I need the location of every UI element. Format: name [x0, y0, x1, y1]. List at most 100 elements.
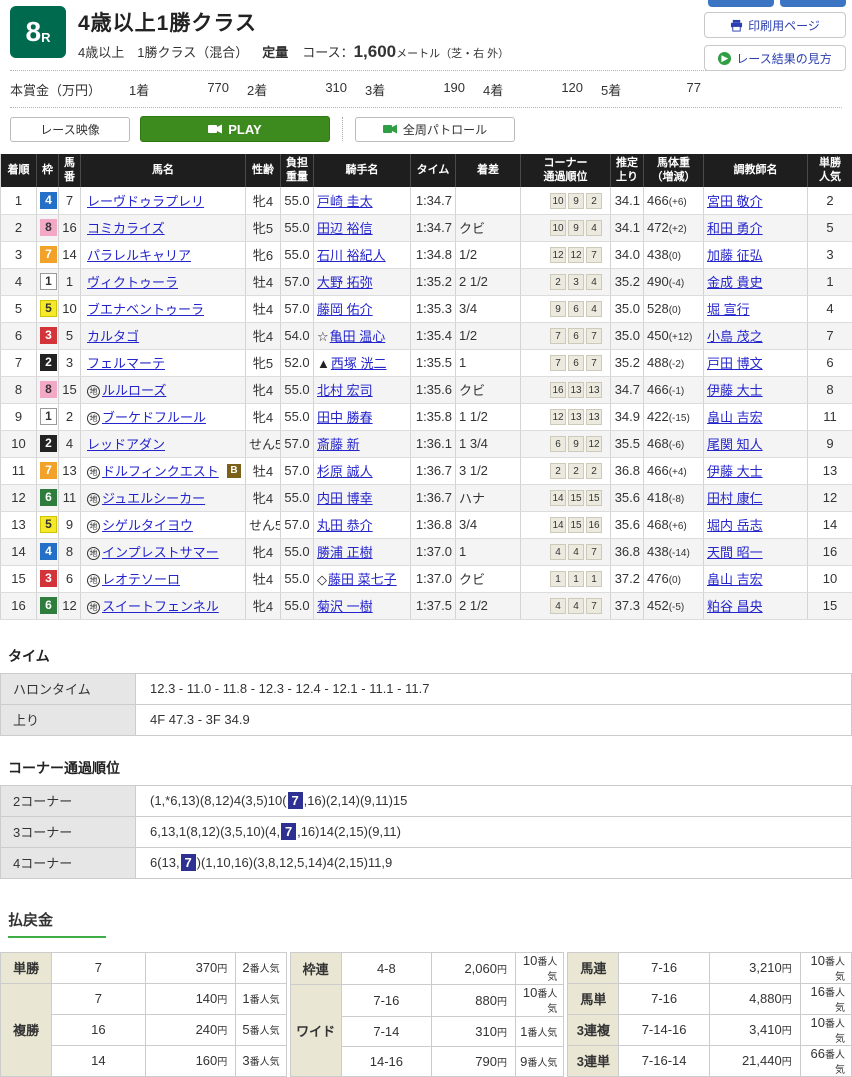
horse-name-link[interactable]: パラレルキャリア — [87, 248, 191, 263]
sex-age: 牝4 — [246, 403, 281, 430]
horse-name-link[interactable]: インプレストサマー — [102, 545, 219, 560]
trainer-cell: 堀 宣行 — [704, 295, 808, 322]
time-row-label: ハロンタイム — [1, 673, 136, 704]
trainer-link[interactable]: 和田 勇介 — [707, 221, 763, 236]
results-guide-button[interactable]: ▶ レース結果の見方 — [704, 45, 846, 71]
carried-weight: 52.0 — [281, 349, 314, 376]
patrol-video-button[interactable]: 全周パトロール — [355, 117, 515, 142]
winner-highlight: 7 — [181, 854, 196, 871]
finish-time: 1:36.7 — [411, 457, 456, 484]
carried-weight: 57.0 — [281, 268, 314, 295]
corner-position-box: 12 — [568, 247, 584, 263]
horse-name-link[interactable]: レッドアダン — [87, 437, 165, 452]
jockey-link[interactable]: 杉原 誠人 — [317, 464, 373, 479]
corner-order: 1092 — [521, 187, 611, 214]
corner-position-box: 6 — [568, 328, 584, 344]
horse-name-link[interactable]: シゲルタイヨウ — [102, 518, 193, 533]
jockey-link[interactable]: 内田 博幸 — [317, 491, 373, 506]
horse-name-link[interactable]: コミカライズ — [87, 221, 165, 236]
finish-position: 3 — [1, 241, 37, 268]
trainer-link[interactable]: 堀内 岳志 — [707, 518, 763, 533]
trainer-link[interactable]: 天間 昭一 — [707, 545, 763, 560]
jockey-link[interactable]: 西塚 洸二 — [331, 356, 387, 371]
body-weight: 422(-15) — [644, 403, 704, 430]
win-popularity: 11 — [808, 403, 852, 430]
jockey-link[interactable]: 北村 宏司 — [317, 383, 373, 398]
sex-age: せん5 — [246, 511, 281, 538]
win-popularity: 16 — [808, 538, 852, 565]
local-horse-icon: 地 — [87, 574, 100, 587]
horse-name-link[interactable]: レオテソーロ — [102, 572, 180, 587]
print-page-button[interactable]: 印刷用ページ — [704, 12, 846, 38]
jockey-link[interactable]: 田辺 裕信 — [317, 221, 373, 236]
jockey-link[interactable]: 藤岡 佑介 — [317, 302, 373, 317]
finish-position: 1 — [1, 187, 37, 214]
corner-position-box: 1 — [550, 571, 566, 587]
trainer-cell: 宮田 敬介 — [704, 187, 808, 214]
trainer-link[interactable]: 小島 茂之 — [707, 329, 763, 344]
top-cut-button-1[interactable] — [708, 0, 774, 7]
top-cut-button-2[interactable] — [780, 0, 846, 7]
corner-position-box: 2 — [550, 463, 566, 479]
corner-position-box: 12 — [550, 247, 566, 263]
horse-name-link[interactable]: カルタゴ — [87, 329, 139, 344]
trainer-link[interactable]: 金成 貴史 — [707, 275, 763, 290]
corner-section-title: コーナー通過順位 — [0, 758, 852, 778]
corner-position-box: 7 — [586, 355, 602, 371]
jockey-cell: ☆亀田 温心 — [314, 322, 411, 349]
horse-number: 4 — [59, 430, 81, 457]
horse-name-link[interactable]: スイートフェンネル — [102, 599, 219, 614]
trainer-link[interactable]: 堀 宣行 — [707, 302, 750, 317]
horse-name-link[interactable]: ドルフィンクエスト — [102, 464, 219, 479]
payout-row: 3連単7-16-1421,440円66番人気 — [568, 1045, 852, 1076]
race-results-table: 着順 枠 馬 番 馬名 性齢 負担 重量 騎手名 タイム 着差 コーナー 通過順… — [0, 154, 852, 620]
winner-highlight: 7 — [288, 792, 303, 809]
horse-name-link[interactable]: レーヴドゥラプレリ — [87, 194, 204, 209]
horse-name-link[interactable]: ブエナベントゥーラ — [87, 302, 204, 317]
results-header-row: 着順 枠 馬 番 馬名 性齢 負担 重量 騎手名 タイム 着差 コーナー 通過順… — [1, 154, 852, 187]
corner-position-box: 13 — [586, 382, 602, 398]
body-weight: 476(0) — [644, 565, 704, 592]
horse-name-link[interactable]: フェルマーテ — [87, 356, 165, 371]
jockey-link[interactable]: 亀田 温心 — [330, 329, 386, 344]
frame-cell: 7 — [37, 241, 59, 268]
horse-name-link[interactable]: ジュエルシーカー — [102, 491, 205, 506]
last-3f: 35.5 — [611, 430, 644, 457]
trainer-link[interactable]: 戸田 博文 — [707, 356, 763, 371]
frame-cell: 5 — [37, 295, 59, 322]
play-button[interactable]: PLAY — [140, 116, 330, 142]
jockey-link[interactable]: 丸田 恭介 — [317, 518, 373, 533]
jockey-link[interactable]: 石川 裕紀人 — [317, 248, 386, 263]
payout-row: 馬単7-164,880円16番人気 — [568, 983, 852, 1014]
trainer-link[interactable]: 伊藤 大士 — [707, 464, 763, 479]
jockey-link[interactable]: 菊沢 一樹 — [317, 599, 373, 614]
trainer-link[interactable]: 尾関 知人 — [707, 437, 763, 452]
horse-name-link[interactable]: ヴィクトゥーラ — [87, 275, 178, 290]
trainer-cell: 粕谷 昌央 — [704, 592, 808, 619]
jockey-link[interactable]: 勝浦 正樹 — [317, 545, 373, 560]
race-video-button[interactable]: レース映像 — [10, 117, 130, 142]
trainer-link[interactable]: 宮田 敬介 — [707, 194, 763, 209]
horse-number: 6 — [59, 565, 81, 592]
jockey-link[interactable]: 大野 拓弥 — [317, 275, 373, 290]
trainer-link[interactable]: 粕谷 昌央 — [707, 599, 763, 614]
corner-order: 111 — [521, 565, 611, 592]
trainer-link[interactable]: 畠山 吉宏 — [707, 572, 763, 587]
horse-name-cell: 地インプレストサマー — [81, 538, 246, 565]
jockey-link[interactable]: 斎藤 新 — [317, 437, 360, 452]
horse-name-link[interactable]: ブーケドフルール — [102, 410, 206, 425]
horse-number: 10 — [59, 295, 81, 322]
horse-name-link[interactable]: ルルローズ — [102, 383, 166, 398]
trainer-link[interactable]: 伊藤 大士 — [707, 383, 763, 398]
frame-badge: 5 — [40, 516, 57, 533]
horse-number: 3 — [59, 349, 81, 376]
jockey-cell: ▲西塚 洸二 — [314, 349, 411, 376]
win-popularity: 6 — [808, 349, 852, 376]
trainer-link[interactable]: 加藤 征弘 — [707, 248, 763, 263]
jockey-link[interactable]: 戸崎 圭太 — [317, 194, 373, 209]
jockey-link[interactable]: 藤田 菜七子 — [328, 572, 397, 587]
col-margin: 着差 — [456, 154, 521, 187]
trainer-link[interactable]: 畠山 吉宏 — [707, 410, 763, 425]
trainer-link[interactable]: 田村 康仁 — [707, 491, 763, 506]
jockey-link[interactable]: 田中 勝春 — [317, 410, 373, 425]
